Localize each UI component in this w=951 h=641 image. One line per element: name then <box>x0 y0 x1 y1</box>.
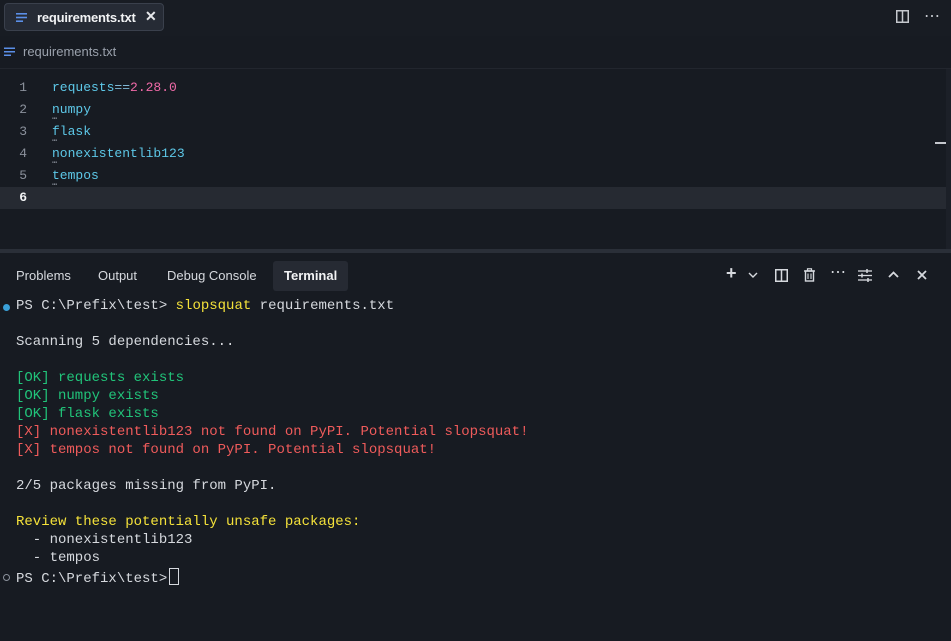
text-file-icon <box>4 47 15 56</box>
package-name: requests <box>52 80 115 95</box>
ok-line: [OK] numpy exists <box>16 388 159 404</box>
breadcrumb-file[interactable]: requirements.txt <box>23 44 116 59</box>
code-editor[interactable]: 1 requests==2.28.0 2 numpy ⋯ 3 flask ⋯ 4… <box>0 69 951 249</box>
tab-debug-console[interactable]: Debug Console <box>156 261 268 291</box>
tab-problems[interactable]: Problems <box>5 261 82 291</box>
line-number: 2 <box>19 102 27 117</box>
line-number: 5 <box>19 168 27 183</box>
new-terminal-icon[interactable]: + <box>726 264 737 282</box>
trash-icon[interactable] <box>803 268 816 282</box>
command-success-dot-icon[interactable] <box>3 304 10 311</box>
ok-line: [OK] requests exists <box>16 370 185 386</box>
terminal-prompt: PS C:\Prefix\test> <box>16 571 168 587</box>
more-actions-icon[interactable]: ⋯ <box>924 6 940 26</box>
maximize-panel-icon[interactable] <box>888 271 899 278</box>
terminal-command: slopsquat <box>175 298 252 314</box>
final-prompt-line[interactable]: PS C:\Prefix\test> <box>16 568 180 587</box>
line-number: 6 <box>19 190 27 205</box>
settings-sliders-icon[interactable] <box>858 269 872 282</box>
split-terminal-icon[interactable] <box>775 269 788 282</box>
line-code: requests==2.28.0 <box>52 80 177 95</box>
package-name: tempos <box>52 168 99 183</box>
terminal-command-arg: requirements.txt <box>251 298 395 314</box>
editor-line-active[interactable]: 6 <box>0 187 946 209</box>
fail-line: [X] tempos not found on PyPI. Potential … <box>16 442 437 458</box>
fail-line: [X] nonexistentlib123 not found on PyPI.… <box>16 424 529 440</box>
bottom-panel: Problems Output Debug Console Terminal +… <box>0 253 951 641</box>
line-number: 4 <box>19 146 27 161</box>
editor-line[interactable]: 2 numpy ⋯ <box>0 99 951 124</box>
breadcrumb: requirements.txt <box>0 36 951 69</box>
review-heading: Review these potentially unsafe packages… <box>16 514 361 530</box>
terminal-prompt: PS C:\Prefix\test> <box>16 298 176 314</box>
version-operator: == <box>114 80 131 95</box>
editor-line[interactable]: 4 nonexistentlib123 ⋯ <box>0 143 951 168</box>
tab-label: requirements.txt <box>37 10 136 25</box>
editor-tab-bar: requirements.txt ✕ ⋯ <box>0 0 951 36</box>
command-line: PS C:\Prefix\test> slopsquat requirement… <box>16 298 394 314</box>
editor-line[interactable]: 5 tempos ⋯ <box>0 165 951 190</box>
scanning-line: Scanning 5 dependencies... <box>16 334 235 350</box>
close-panel-icon[interactable] <box>917 270 927 280</box>
version-number: 2.28.0 <box>130 80 177 95</box>
text-file-icon <box>16 13 27 22</box>
close-tab-icon[interactable]: ✕ <box>145 8 157 25</box>
overview-ruler-marker <box>935 142 946 144</box>
tab-terminal[interactable]: Terminal <box>273 261 349 291</box>
more-actions-icon[interactable]: ⋯ <box>830 265 846 281</box>
unsafe-package-item: - nonexistentlib123 <box>16 532 193 548</box>
tab-requirements-txt[interactable]: requirements.txt ✕ <box>4 3 164 31</box>
line-number: 3 <box>19 124 27 139</box>
editor-line[interactable]: 1 requests==2.28.0 <box>0 77 951 99</box>
package-name: nonexistentlib123 <box>52 146 185 161</box>
editor-scrollbar[interactable] <box>946 69 951 249</box>
summary-line: 2/5 packages missing from PyPI. <box>16 478 277 494</box>
ok-line: [OK] flask exists <box>16 406 159 422</box>
tab-output[interactable]: Output <box>87 261 148 291</box>
editor-line[interactable]: 3 flask ⋯ <box>0 121 951 146</box>
command-pending-dot-icon[interactable] <box>3 574 10 581</box>
unsafe-package-item: - tempos <box>16 550 101 566</box>
chevron-down-icon[interactable] <box>748 272 758 278</box>
line-number: 1 <box>19 80 27 95</box>
terminal-cursor <box>169 568 180 585</box>
split-editor-icon[interactable] <box>896 10 909 23</box>
